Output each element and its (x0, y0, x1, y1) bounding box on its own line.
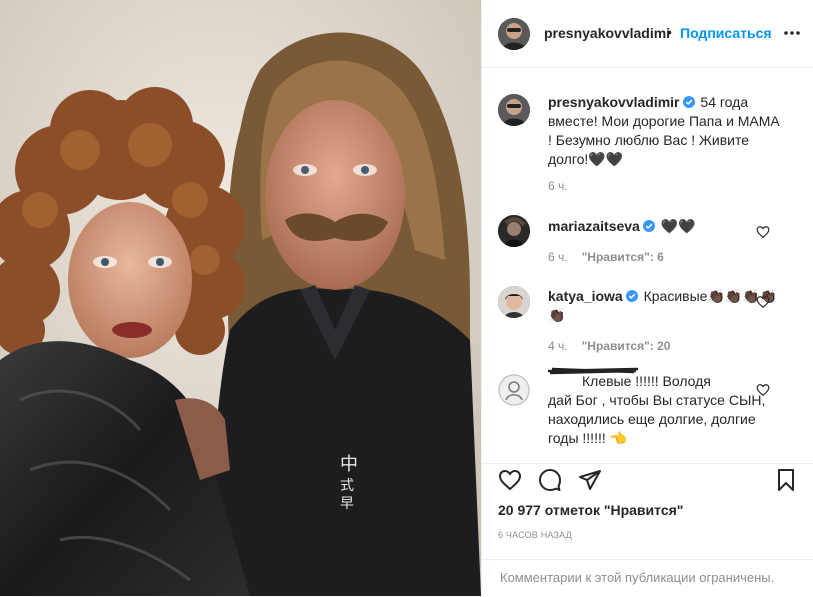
comment-like-heart-icon[interactable] (756, 383, 770, 397)
comments-list: presnyakovvladimir 54 года вместе! Мои д… (482, 69, 813, 463)
more-options-icon[interactable] (782, 23, 802, 43)
comment-like-heart-icon[interactable] (756, 225, 770, 239)
svg-text:中: 中 (340, 454, 358, 475)
comment-time[interactable]: 4 ч. (548, 339, 568, 353)
post-header: presnyakovvladimi • Подписаться (482, 0, 813, 68)
caption-time[interactable]: 6 ч. (548, 179, 568, 193)
verified-badge-icon (642, 220, 655, 232)
svg-text:早: 早 (340, 496, 354, 512)
post-timestamp[interactable]: 6 ЧАСОВ НАЗАД (498, 530, 572, 540)
comment-username[interactable]: mariazaitseva (548, 218, 640, 234)
post-actions: 20 977 отметок "Нравится" 6 ЧАСОВ НАЗАД … (482, 463, 813, 596)
comment-likes[interactable]: "Нравится": 20 (582, 339, 671, 353)
commenter-avatar[interactable] (498, 286, 530, 318)
separator-dot: • (667, 24, 672, 40)
comment-time[interactable]: 6 ч. (548, 250, 568, 264)
caption-avatar[interactable] (498, 94, 530, 126)
comment-likes[interactable]: "Нравится": 6 (582, 250, 664, 264)
couple-photo-image: 中 式 早 (0, 0, 481, 596)
follow-button[interactable]: Подписаться (680, 25, 772, 41)
comment-username[interactable]: katya_iowa (548, 288, 623, 304)
commenter-avatar[interactable] (498, 374, 530, 406)
author-avatar[interactable] (498, 18, 530, 50)
caption-username[interactable]: presnyakovvladimir (548, 94, 680, 110)
instagram-post: 中 式 早 presnyakovvladimi • Подписаться pr… (0, 0, 813, 596)
post-sidebar: presnyakovvladimi • Подписаться presnyak… (481, 0, 813, 596)
post-photo[interactable]: 中 式 早 (0, 0, 481, 596)
svg-text:式: 式 (340, 478, 354, 494)
comment-like-heart-icon[interactable] (756, 295, 770, 309)
author-username[interactable]: presnyakovvladimi (544, 25, 670, 41)
likes-count[interactable]: 20 977 отметок "Нравится" (498, 502, 683, 518)
caption-text: presnyakovvladimir 54 года вместе! Мои д… (548, 94, 780, 167)
comments-restricted-notice: Комментарии к этой публикации ограничены… (482, 559, 813, 597)
save-bookmark-icon[interactable] (774, 468, 798, 492)
verified-badge-icon (682, 96, 695, 108)
comment-text: katya_iowa Красивые👏🏿👏🏿👏🏿👏🏿 👏🏿 (548, 288, 778, 323)
share-paper-plane-icon[interactable] (578, 468, 602, 492)
comment-icon[interactable] (538, 468, 562, 492)
verified-badge-icon (625, 290, 638, 302)
commenter-avatar[interactable] (498, 215, 530, 247)
comment-meta: 6 ч. "Нравится": 6 (548, 250, 678, 264)
comment-meta: 4 ч. "Нравится": 20 (548, 339, 684, 353)
comment-text: Клевые !!!!!! Володя дай Бог , чтобы Вы … (548, 373, 766, 446)
like-heart-icon[interactable] (498, 468, 522, 492)
caption-meta: 6 ч. (548, 179, 582, 193)
comment-text: mariazaitseva 🖤🖤 (548, 218, 696, 234)
